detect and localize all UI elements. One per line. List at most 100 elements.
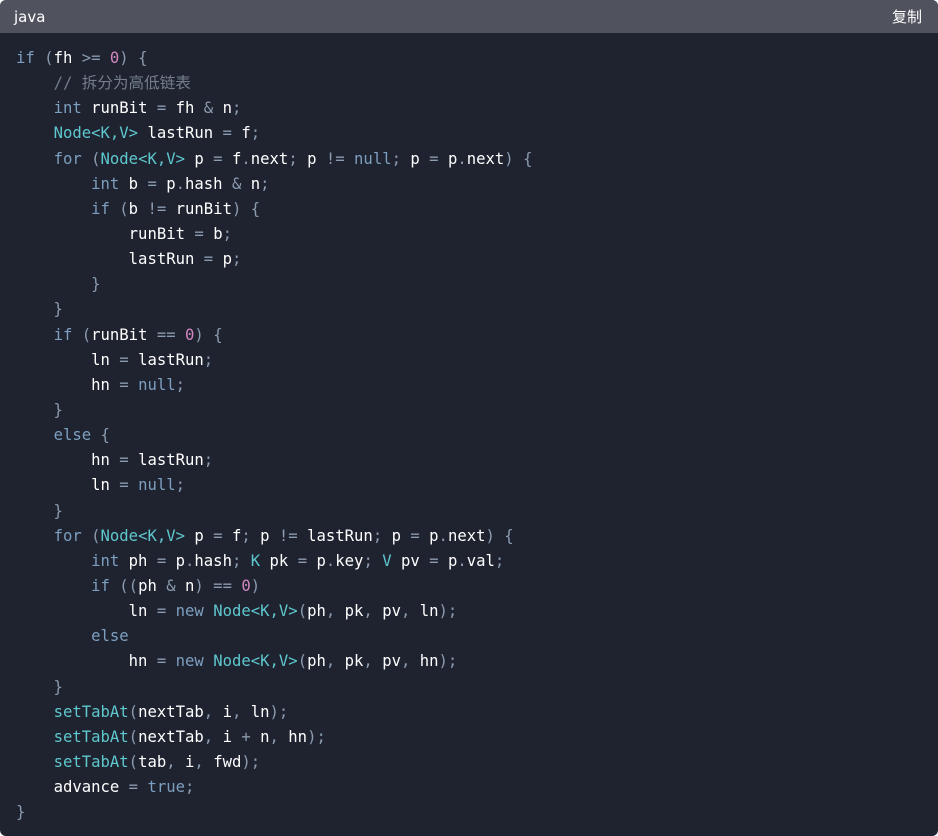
code-token: int	[91, 174, 120, 193]
copy-button[interactable]: 复制	[892, 6, 922, 27]
code-line: if (b != runBit) {	[16, 197, 938, 222]
code-token: p	[260, 526, 270, 545]
code-token: hn	[288, 727, 308, 746]
code-token: setTabAt	[53, 702, 129, 721]
code-token: +	[231, 727, 261, 746]
code-token: ,	[325, 652, 345, 671]
code-token: ;	[222, 224, 232, 243]
code-token: tab	[138, 752, 167, 771]
code-token: pk	[269, 551, 289, 570]
code-token: (	[128, 702, 139, 721]
code-token: lastRun	[138, 451, 204, 470]
code-token: runBit	[175, 199, 232, 218]
code-token: .	[185, 551, 195, 570]
code-line: int ph = p.hash; K pk = p.key; V pv = p.…	[16, 549, 938, 574]
code-token: ln	[128, 602, 148, 621]
code-token: next	[447, 526, 486, 545]
code-token: p	[222, 250, 232, 269]
code-token: &	[156, 576, 186, 595]
code-token: nextTab	[138, 727, 204, 746]
code-content: if (fh >= 0) { // 拆分为高低链表 int runBit = f…	[0, 33, 938, 825]
code-token: p	[194, 526, 204, 545]
code-token: ,	[203, 727, 223, 746]
code-token: ,	[231, 702, 251, 721]
code-token: 0	[109, 49, 120, 67]
code-token: Node<K,V>	[53, 124, 139, 143]
code-token: ;	[203, 451, 214, 470]
code-token: hn	[128, 652, 148, 671]
code-line: advance = true;	[16, 775, 938, 800]
code-token: ;	[185, 778, 195, 797]
code-token: true	[147, 778, 186, 797]
code-token: }	[16, 677, 63, 696]
code-token: next	[250, 149, 289, 168]
code-token: ) {	[485, 526, 514, 545]
code-token: =	[213, 124, 242, 143]
code-token: 0	[185, 325, 195, 344]
code-token: =	[419, 551, 448, 570]
code-token: p	[166, 174, 176, 193]
code-token: setTabAt	[53, 752, 129, 771]
code-token: // 拆分为高低链表	[53, 74, 191, 93]
code-token: hn	[91, 451, 110, 470]
code-line: for (Node<K,V> p = f.next; p != null; p …	[16, 147, 938, 172]
code-token: ,	[363, 652, 383, 671]
code-token: p	[175, 551, 186, 570]
code-token: V	[382, 551, 392, 570]
code-token: b	[213, 224, 223, 243]
code-token: ;	[250, 124, 261, 143]
code-token: lastRun	[138, 350, 204, 369]
code-token: int	[53, 99, 82, 118]
code-token: );	[438, 652, 458, 671]
code-token: n	[250, 174, 261, 193]
code-token: ,	[203, 702, 223, 721]
code-token: hash	[185, 174, 223, 193]
code-token: (	[109, 199, 129, 218]
code-token: ==	[147, 325, 186, 344]
code-token: );	[269, 702, 289, 721]
code-token: .	[325, 551, 336, 570]
code-token: lastRun	[307, 526, 373, 545]
code-token: =	[109, 476, 139, 495]
code-token: ;	[260, 174, 270, 193]
code-token: }	[16, 400, 63, 419]
code-line: ln = null;	[16, 473, 938, 498]
code-token: p	[447, 149, 458, 168]
code-token: if	[53, 325, 73, 344]
code-token: &	[222, 174, 251, 193]
code-token: val	[466, 551, 495, 570]
code-token: Node<K,V>	[100, 149, 186, 168]
code-token: b	[128, 174, 139, 193]
code-token: ,	[194, 752, 214, 771]
code-token: pv	[401, 551, 420, 570]
code-token: (	[81, 149, 101, 168]
code-line: }	[16, 800, 938, 825]
code-token: advance	[53, 778, 120, 797]
code-line: lastRun = p;	[16, 247, 938, 272]
code-token: if	[91, 199, 110, 218]
code-token: (	[297, 602, 308, 621]
code-line: Node<K,V> lastRun = f;	[16, 121, 938, 146]
code-line: setTabAt(nextTab, i + n, hn);	[16, 725, 938, 750]
code-token: runBit	[91, 99, 148, 118]
code-token: ;	[241, 526, 261, 545]
code-block-header: java 复制	[0, 0, 938, 33]
code-line: int runBit = fh & n;	[16, 96, 938, 121]
code-token: !=	[316, 149, 355, 168]
code-token: pv	[382, 602, 401, 621]
code-token: (	[72, 325, 92, 344]
